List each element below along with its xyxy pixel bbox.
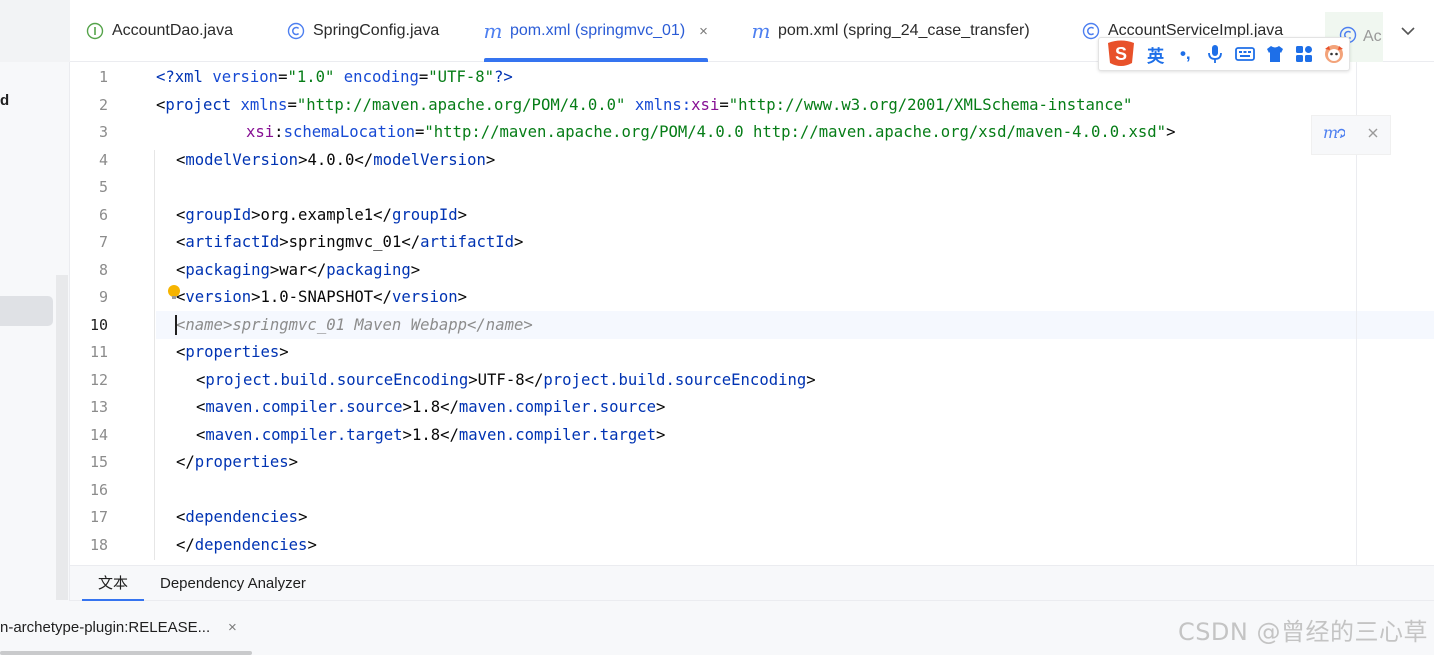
code-line-12: <project.build.sourceEncoding>UTF-8</pro… [196, 370, 816, 389]
sidebar-text-fragment: d [0, 92, 10, 109]
code-line-10: <name>springmvc_01 Maven Webapp</name> [176, 315, 533, 334]
line-number: 7 [98, 233, 108, 251]
lightbulb-icon[interactable] [168, 285, 180, 299]
tab-label: SpringConfig.java [313, 22, 440, 39]
line-number: 12 [89, 370, 108, 389]
tab-label: pom.xml (springmvc_01) [510, 22, 686, 39]
line-number-gutter[interactable]: 1 2 3 4 5 6 7 8 9 10 11 12 13 14 15 16 1… [70, 62, 156, 565]
line-number: 5 [98, 178, 108, 196]
code-line-2: <project xmlns="http://maven.apache.org/… [156, 95, 1133, 114]
code-line-18: </dependencies> [176, 535, 317, 554]
close-icon[interactable] [1367, 126, 1379, 144]
line-number: 9 [98, 288, 108, 306]
watermark: CSDN @曾经的三心草 [1177, 618, 1428, 646]
close-icon[interactable]: × [699, 23, 708, 40]
run-tab-label[interactable]: n-archetype-plugin:RELEASE... [0, 619, 210, 636]
code-line-17: <dependencies> [176, 508, 308, 526]
code-line-14: <maven.compiler.target>1.8</maven.compil… [196, 425, 666, 444]
close-icon[interactable]: × [228, 619, 237, 636]
line-number: 11 [89, 343, 108, 361]
class-icon [1082, 22, 1100, 40]
sidebar-scrollbar[interactable] [56, 275, 68, 600]
maven-reload-icon[interactable]: m [1323, 123, 1346, 147]
code-line-9: <version>1.0-SNAPSHOT</version> [176, 288, 468, 306]
line-number: 16 [89, 480, 108, 499]
maven-icon: m [483, 19, 503, 43]
line-number-current: 10 [89, 315, 108, 334]
line-number: 13 [89, 398, 108, 416]
code-line-11: <properties> [176, 343, 289, 361]
tab-label: Dependency Analyzer [160, 575, 306, 592]
line-number: 18 [89, 535, 108, 554]
tab-dependency-analyzer[interactable]: Dependency Analyzer [160, 566, 306, 602]
tab-label: 文本 [98, 575, 129, 592]
line-number: 17 [89, 508, 108, 526]
tab-label: AccountDao.java [112, 22, 233, 39]
tab-label: Ac [1363, 28, 1382, 45]
chevron-down-icon[interactable] [1382, 0, 1434, 62]
project-sidebar: d [0, 0, 70, 655]
line-number: 15 [89, 453, 108, 471]
svg-text:m: m [1323, 124, 1338, 142]
code-line-8: <packaging>war</packaging> [176, 260, 421, 279]
code-editor[interactable]: <?xml version="1.0" encoding="UTF-8"?> <… [156, 62, 1356, 565]
code-line-4: <modelVersion>4.0.0</modelVersion> [176, 150, 496, 169]
line-number: 8 [98, 260, 108, 279]
code-line-15: </properties> [176, 453, 299, 471]
code-line-6: <groupId>org.example1</groupId> [176, 205, 468, 224]
tab-pom-springmvc01[interactable]: m pom.xml (springmvc_01) × [484, 0, 708, 62]
tab-springconfig[interactable]: SpringConfig.java [287, 0, 439, 62]
maven-sync-popup: m [1311, 115, 1391, 155]
line-number: 2 [98, 95, 108, 114]
class-icon [287, 22, 305, 40]
code-line-7: <artifactId>springmvc_01</artifactId> [176, 233, 524, 251]
indent-guide [154, 150, 155, 560]
code-line-1: <?xml version="1.0" encoding="UTF-8"?> [156, 68, 513, 86]
tab-label: pom.xml (spring_24_case_transfer) [778, 22, 1030, 39]
tab-accountdao[interactable]: AccountDao.java [86, 0, 233, 62]
interface-icon [86, 22, 104, 40]
maven-icon: m [751, 19, 771, 43]
line-number: 14 [89, 425, 108, 444]
horizontal-scrollbar[interactable] [0, 651, 252, 655]
tab-text[interactable]: 文本 [82, 566, 145, 602]
text-caret [175, 315, 177, 335]
line-number: 1 [98, 68, 108, 86]
editor-bottom-tabs: 文本 Dependency Analyzer [70, 565, 1434, 602]
line-number: 6 [98, 205, 108, 224]
svg-text:S: S [1115, 44, 1127, 64]
tab-pom-spring24[interactable]: m pom.xml (spring_24_case_transfer) [752, 0, 1030, 62]
line-number: 3 [98, 123, 108, 141]
sidebar-header [0, 0, 70, 62]
code-line-3: xsi:schemaLocation="http://maven.apache.… [246, 123, 1176, 141]
line-number: 4 [98, 150, 108, 169]
sidebar-selected-item[interactable] [0, 296, 53, 326]
code-line-13: <maven.compiler.source>1.8</maven.compil… [196, 398, 666, 416]
